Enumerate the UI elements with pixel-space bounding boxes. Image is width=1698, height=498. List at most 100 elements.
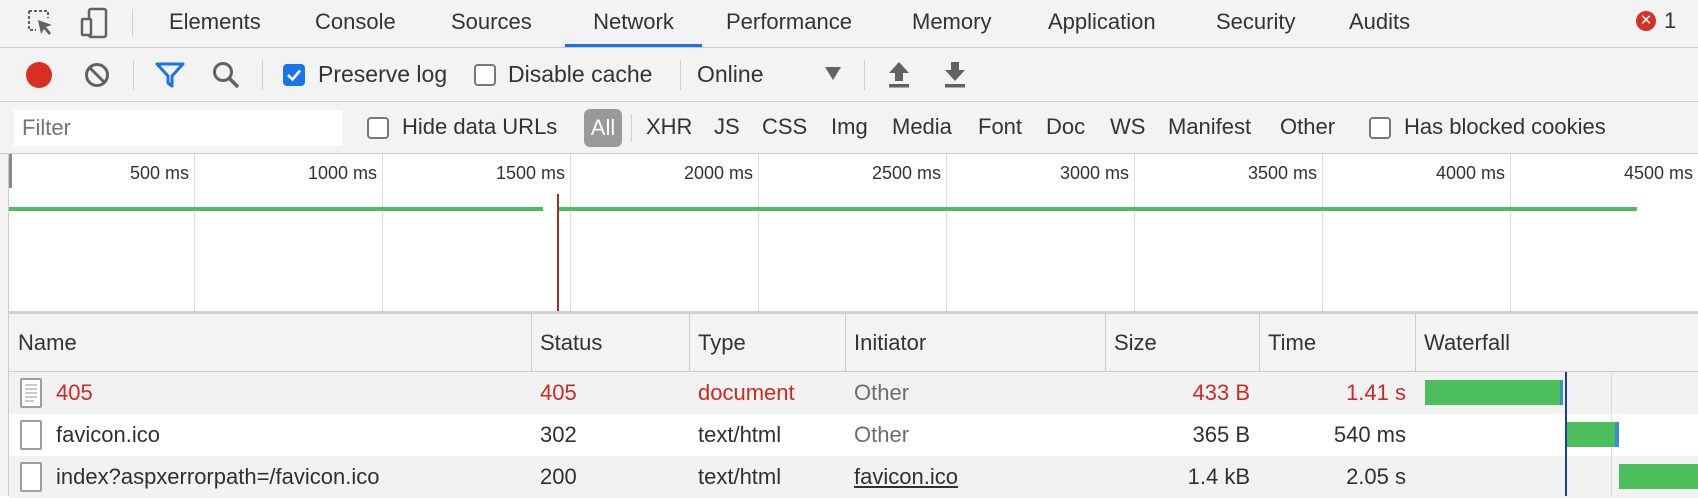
grid-line: [382, 154, 383, 311]
table-row[interactable]: index?aspxerrorpath=/favicon.ico 200 tex…: [9, 456, 1698, 498]
column-header-status[interactable]: Status: [540, 330, 602, 356]
hide-data-urls-label[interactable]: Hide data URLs: [402, 114, 557, 140]
export-har-icon[interactable]: [942, 60, 968, 90]
has-blocked-cookies-checkbox[interactable]: [1369, 117, 1391, 139]
tick-label: 500 ms: [129, 163, 189, 183]
hide-data-urls-checkbox[interactable]: [367, 117, 389, 139]
tab-network-label: Network: [593, 9, 674, 34]
filter-type-all[interactable]: All: [584, 109, 622, 147]
column-header-name[interactable]: Name: [18, 330, 77, 356]
grid-line: [1322, 154, 1323, 311]
devtools-tab-bar: Elements Console Sources Network Perform…: [0, 0, 1698, 48]
grid-line: [570, 154, 571, 311]
tab-security[interactable]: Security: [1216, 0, 1295, 47]
overview-timeline[interactable]: 500 ms 1000 ms 1500 ms 2000 ms 2500 ms 3…: [9, 154, 1698, 314]
column-header-size[interactable]: Size: [1114, 330, 1157, 356]
cell-size: 433 B: [1192, 380, 1251, 405]
error-icon: ✕: [1636, 11, 1656, 31]
filter-type-img[interactable]: Img: [831, 114, 868, 140]
cell-type: document: [698, 380, 795, 405]
import-har-icon[interactable]: [886, 60, 912, 90]
toolbar-divider: [680, 60, 681, 90]
cell-status: 302: [540, 422, 577, 447]
filter-divider: [631, 114, 632, 142]
tab-performance[interactable]: Performance: [726, 0, 852, 47]
has-blocked-cookies-label[interactable]: Has blocked cookies: [1404, 114, 1606, 140]
cell-name: favicon.ico: [56, 422, 160, 447]
preserve-log-checkbox[interactable]: [283, 64, 305, 86]
cell-size: 1.4 kB: [1187, 464, 1250, 489]
waterfall-bar: [1619, 464, 1698, 489]
tab-sources[interactable]: Sources: [451, 0, 532, 47]
file-icon: [20, 462, 42, 492]
disable-cache-label[interactable]: Disable cache: [508, 61, 652, 88]
tab-console[interactable]: Console: [315, 0, 396, 47]
grid-line: [758, 154, 759, 311]
filter-type-media[interactable]: Media: [892, 114, 952, 140]
tick-label: 4000 ms: [1435, 163, 1505, 183]
document-file-icon: [20, 378, 42, 408]
toolbar-divider: [133, 60, 134, 90]
filter-type-xhr[interactable]: XHR: [646, 114, 692, 140]
cell-type: text/html: [698, 464, 782, 489]
filter-input[interactable]: [14, 110, 342, 146]
column-header-type[interactable]: Type: [698, 330, 746, 356]
inspect-element-icon[interactable]: [26, 8, 56, 38]
filter-type-font[interactable]: Font: [978, 114, 1022, 140]
tab-divider: [132, 9, 133, 37]
clear-icon[interactable]: [84, 62, 110, 88]
table-row[interactable]: favicon.ico 302 text/html Other 365 B 54…: [9, 414, 1698, 456]
column-header-waterfall[interactable]: Waterfall: [1424, 330, 1510, 356]
column-header-time[interactable]: Time: [1268, 330, 1316, 356]
cell-initiator-link[interactable]: favicon.ico: [854, 464, 958, 490]
filter-type-manifest[interactable]: Manifest: [1168, 114, 1251, 140]
network-toolbar: Preserve log Disable cache Online: [0, 48, 1698, 102]
cell-initiator: Other: [854, 380, 910, 405]
cell-time: 1.41 s: [1346, 380, 1406, 405]
cell-name: 405: [56, 380, 93, 405]
cell-initiator: Other: [854, 422, 910, 447]
device-toolbar-icon[interactable]: [78, 6, 112, 40]
tick-label: 1000 ms: [307, 163, 377, 183]
throttling-select[interactable]: Online: [697, 58, 843, 92]
tab-memory[interactable]: Memory: [912, 0, 991, 47]
waterfall-bar-tail: [1615, 422, 1619, 447]
filter-type-doc[interactable]: Doc: [1046, 114, 1085, 140]
cell-type: text/html: [698, 422, 782, 447]
waterfall-bar-tail: [1560, 380, 1563, 405]
filter-type-other[interactable]: Other: [1280, 114, 1335, 140]
table-left-edge: [0, 314, 9, 496]
filter-type-all-label: All: [590, 115, 616, 140]
tick-label: 1500 ms: [495, 163, 565, 183]
tab-elements[interactable]: Elements: [169, 0, 261, 47]
preserve-log-label[interactable]: Preserve log: [318, 61, 447, 88]
toolbar-divider: [262, 60, 263, 90]
disable-cache-checkbox[interactable]: [474, 64, 496, 86]
search-icon[interactable]: [211, 60, 241, 90]
cell-name: index?aspxerrorpath=/favicon.ico: [56, 464, 380, 489]
filter-icon[interactable]: [155, 61, 185, 89]
tick-label: 4500 ms: [1623, 163, 1693, 183]
waterfall-bar: [1425, 380, 1560, 405]
overview-left-edge: [0, 154, 9, 314]
column-header-initiator[interactable]: Initiator: [854, 330, 926, 356]
tick-label: 2500 ms: [871, 163, 941, 183]
load-event-marker: [557, 194, 559, 311]
file-icon: [20, 420, 42, 450]
tab-network[interactable]: Network: [565, 0, 702, 47]
cell-status: 405: [540, 380, 577, 405]
tab-application[interactable]: Application: [1048, 0, 1156, 47]
filter-type-js[interactable]: JS: [714, 114, 740, 140]
cell-time: 2.05 s: [1346, 464, 1406, 489]
grid-line: [1510, 154, 1511, 311]
tab-audits[interactable]: Audits: [1349, 0, 1410, 47]
filter-type-css[interactable]: CSS: [762, 114, 807, 140]
grid-line: [1134, 154, 1135, 311]
tick-label: 2000 ms: [683, 163, 753, 183]
overview-start-marker: [9, 154, 12, 188]
filter-type-ws[interactable]: WS: [1110, 114, 1145, 140]
record-button[interactable]: [26, 62, 52, 88]
overview-bar: [9, 207, 543, 211]
error-count: 1: [1664, 8, 1677, 33]
cell-time: 540 ms: [1333, 422, 1406, 447]
